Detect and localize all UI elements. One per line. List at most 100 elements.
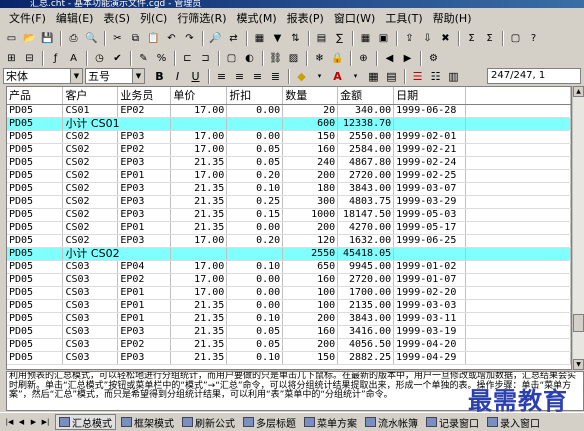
table-cell[interactable]: 1700.00 (337, 286, 395, 300)
table-cell[interactable]: 9945.00 (337, 260, 395, 274)
table-cell[interactable]: 150 (282, 351, 339, 365)
table-cell[interactable]: EP01 (117, 169, 172, 183)
arrow-right-icon[interactable]: ▶ (399, 50, 416, 66)
table-row[interactable]: PD05 CS03 EP03 21.35 0.10 150 2882.25 1999-04-2… (7, 351, 571, 365)
table-row[interactable]: PD05 CS03 EP03 21.35 0.05 160 3416.00 1999-03-1… (7, 325, 571, 339)
table-cell[interactable]: 4867.80 (337, 156, 395, 170)
table-cell[interactable]: CS02 (62, 208, 119, 222)
table-cell[interactable]: 200 (282, 169, 339, 183)
column-header[interactable]: 金额 (337, 87, 395, 105)
subtotal-qty[interactable]: 2550 (282, 247, 339, 261)
table-cell[interactable]: EP01 (117, 286, 172, 300)
table-cell[interactable]: 120 (282, 234, 339, 248)
table-cell[interactable]: 0.10 (226, 312, 284, 326)
table-cell[interactable]: 1999-03-07 (393, 182, 467, 196)
table-cell[interactable]: 1999-03-19 (393, 325, 467, 339)
menu-item[interactable]: 工具(T) (380, 10, 427, 27)
preview-icon[interactable]: 🔍 (83, 30, 100, 46)
lock-icon[interactable]: 🔒 (329, 50, 346, 66)
table-cell[interactable]: CS03 (62, 299, 119, 313)
table-cell[interactable]: PD05 (7, 208, 64, 222)
subtotal-amount[interactable]: 12338.70 (337, 117, 395, 131)
table-cell[interactable]: PD05 (7, 260, 64, 274)
subtotal-amount[interactable]: 45418.05 (337, 247, 395, 261)
open-icon[interactable]: 📂 (21, 30, 38, 46)
chart-icon[interactable]: ▦ (251, 30, 268, 46)
justify-icon[interactable]: ≣ (267, 68, 284, 84)
table-cell[interactable]: 0.20 (226, 169, 284, 183)
freeze-icon[interactable]: ❄ (311, 50, 328, 66)
table-cell[interactable]: EP03 (117, 208, 172, 222)
table-cell[interactable]: 1999-03-03 (393, 299, 467, 313)
menu-item[interactable]: 行筛选(R) (172, 10, 231, 27)
table-cell[interactable]: 2550.00 (337, 130, 395, 144)
table-cell[interactable]: PD05 (7, 312, 64, 326)
list-icon[interactable]: ☷ (427, 68, 444, 84)
table-cell[interactable]: PD05 (7, 273, 64, 287)
table-cell[interactable]: CS03 (62, 351, 119, 365)
table-cell[interactable]: PD05 (7, 325, 64, 339)
table-row[interactable]: PD05 CS01 EP02 17.00 0.00 20 340.00 1999-06-28 (7, 104, 571, 118)
table-cell[interactable]: 2720.00 (337, 273, 395, 287)
table-cell[interactable]: CS02 (62, 195, 119, 209)
cell-position-field[interactable]: 247/247, 1 (487, 68, 581, 84)
redo-icon[interactable]: ↷ (181, 30, 198, 46)
table-cell[interactable]: 340.00 (337, 104, 395, 118)
table-cell[interactable]: 1999-03-29 (393, 195, 467, 209)
table-cell[interactable]: 1999-02-24 (393, 156, 467, 170)
table-cell[interactable]: 0.05 (226, 325, 284, 339)
table-cell[interactable]: 0.15 (226, 208, 284, 222)
table-cell[interactable]: 160 (282, 143, 339, 157)
tab-button[interactable]: 刷新公式 (179, 414, 238, 430)
table-cell[interactable]: 3843.00 (337, 312, 395, 326)
table-cell[interactable]: 1999-05-17 (393, 221, 467, 235)
table-cell[interactable]: 160 (282, 325, 339, 339)
table-cell[interactable]: 150 (282, 130, 339, 144)
menu-item[interactable]: 列(C) (135, 10, 172, 27)
percent-icon[interactable]: % (153, 50, 170, 66)
chevron-down-icon[interactable]: ▾ (347, 68, 364, 84)
image-icon[interactable]: ▨ (285, 50, 302, 66)
table-cell[interactable]: PD05 (7, 286, 64, 300)
table-cell[interactable]: 17.00 (170, 234, 228, 248)
table-row[interactable]: PD05 CS02 EP02 17.00 0.05 160 2584.00 1999-02-2… (7, 143, 571, 157)
table-cell[interactable]: PD05 (7, 117, 64, 131)
import-icon[interactable]: ⇩ (419, 30, 436, 46)
table-cell[interactable] (170, 247, 228, 261)
sigma-icon[interactable]: Σ (481, 30, 498, 46)
tab-button[interactable]: 汇总模式 (55, 414, 116, 430)
table-cell[interactable]: 21.35 (170, 325, 228, 339)
table-cell[interactable]: 21.35 (170, 182, 228, 196)
table-cell[interactable]: CS02 (62, 234, 119, 248)
table-row[interactable]: PD05 CS02 EP03 21.35 0.15 1000 18147.50 1999-05… (7, 208, 571, 222)
table-cell[interactable]: 17.00 (170, 169, 228, 183)
tab-button[interactable]: 多层标题 (240, 414, 299, 430)
check-icon[interactable]: ✔ (109, 50, 126, 66)
table-cell[interactable]: 20 (282, 104, 339, 118)
table-cell[interactable]: PD05 (7, 156, 64, 170)
align-right-icon[interactable]: ≡ (249, 68, 266, 84)
table-cell[interactable]: 1999-05-03 (393, 208, 467, 222)
table-cell[interactable]: 17.00 (170, 104, 228, 118)
table-cell[interactable]: EP01 (117, 299, 172, 313)
scroll-thumb[interactable] (573, 314, 584, 332)
clock-icon[interactable]: ◷ (91, 50, 108, 66)
last-record-icon[interactable]: ▶| (40, 416, 51, 429)
table-cell[interactable]: EP02 (117, 104, 172, 118)
subtotal-row[interactable]: PD05 小计 CS01 600 12338.70 (7, 117, 571, 131)
table-cell[interactable]: EP03 (117, 351, 172, 365)
table-cell[interactable]: 1999-01-02 (393, 260, 467, 274)
menu-item[interactable]: 帮助(H) (428, 10, 477, 27)
table-cell[interactable]: CS03 (62, 273, 119, 287)
subtotal-row[interactable]: PD05 小计 CS02 2550 45418.05 (7, 247, 571, 261)
menu-item[interactable]: 模式(M) (232, 10, 282, 27)
tab-button[interactable]: 录入窗口 (484, 414, 543, 430)
subtotal-label[interactable]: 小计 CS01 (62, 117, 172, 131)
table-cell[interactable]: 0.05 (226, 143, 284, 157)
column-header[interactable]: 数量 (282, 87, 339, 105)
table-cell[interactable]: 2720.00 (337, 169, 395, 183)
table-cell[interactable]: CS01 (62, 104, 119, 118)
table-cell[interactable]: 240 (282, 156, 339, 170)
align-left-icon[interactable]: ≡ (213, 68, 230, 84)
table-cell[interactable]: 4803.75 (337, 195, 395, 209)
